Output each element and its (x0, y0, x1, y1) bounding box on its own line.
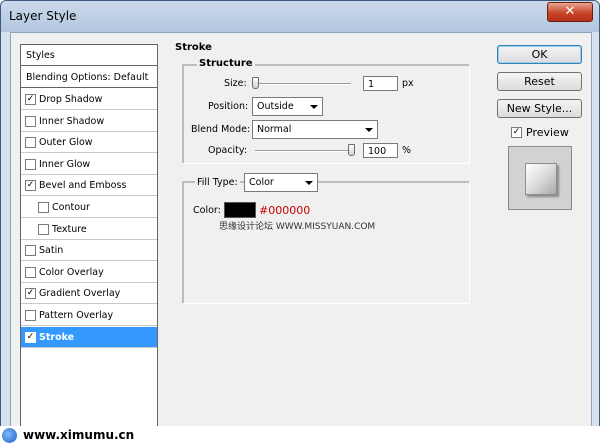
preview-label: Preview (526, 126, 569, 139)
style-item[interactable]: Satin (21, 240, 157, 262)
new-style-button[interactable]: New Style... (497, 99, 582, 118)
position-value: Outside (257, 101, 294, 112)
style-item-checkbox[interactable] (38, 223, 49, 235)
style-item[interactable]: Color Overlay (21, 262, 157, 283)
opacity-unit: % (402, 145, 412, 156)
style-item-label: Gradient Overlay (39, 288, 121, 300)
site-logo-icon (2, 428, 17, 443)
style-item-checkbox[interactable] (25, 310, 36, 321)
color-hex-annotation: #000000 (259, 204, 311, 217)
style-item-label: Contour (52, 202, 90, 213)
ok-button[interactable]: OK (497, 45, 582, 64)
reset-button[interactable]: Reset (497, 72, 582, 91)
blending-options-item[interactable]: Blending Options: Default (21, 67, 157, 88)
blend-mode-value: Normal (257, 124, 292, 135)
close-button[interactable]: ✕ (547, 2, 593, 22)
size-unit: px (402, 78, 414, 89)
fill-type-dropdown[interactable]: Color (244, 173, 318, 192)
styles-header[interactable]: Styles (21, 45, 157, 66)
position-label: Position: (208, 101, 249, 112)
size-slider-thumb[interactable] (252, 77, 259, 89)
style-item-label: Pattern Overlay (39, 310, 114, 321)
style-item-checkbox[interactable] (25, 115, 36, 127)
title-bar: Layer Style ✕ (1, 1, 599, 32)
style-item[interactable]: Pattern Overlay (21, 305, 157, 326)
style-item-checkbox[interactable]: ✓ (25, 180, 36, 192)
style-item[interactable]: Inner Glow (21, 154, 157, 175)
style-item-label: Bevel and Emboss (39, 180, 127, 192)
style-item-label: Drop Shadow (39, 94, 103, 105)
opacity-label: Opacity: (208, 145, 248, 156)
style-item[interactable]: Contour (21, 197, 157, 218)
style-item[interactable]: ✓ Gradient Overlay (21, 283, 157, 305)
color-swatch[interactable] (224, 202, 256, 218)
style-item-checkbox[interactable] (25, 266, 36, 278)
style-item[interactable]: Inner Shadow (21, 111, 157, 132)
size-slider-track[interactable] (255, 83, 351, 85)
window-title: Layer Style (9, 9, 77, 23)
fill-group (182, 181, 470, 304)
style-item-checkbox[interactable]: ✓ (25, 288, 36, 300)
preview-checkbox[interactable]: ✓ (511, 127, 522, 138)
structure-title: Structure (197, 58, 255, 69)
footer-watermark: www.ximumu.cn (0, 426, 600, 447)
style-item-checkbox[interactable] (25, 137, 36, 149)
opacity-slider-thumb[interactable] (348, 144, 355, 156)
layer-style-dialog: Layer Style ✕ Styles Blending Options: D… (0, 0, 600, 447)
blend-mode-dropdown[interactable]: Normal (252, 120, 378, 139)
chevron-down-icon (365, 128, 373, 132)
style-item-label: Satin (39, 245, 64, 257)
watermark-text: 思缘设计论坛 WWW.MISSYUAN.COM (219, 222, 376, 232)
style-item-label: Inner Shadow (39, 115, 105, 127)
style-item[interactable]: Texture (21, 219, 157, 240)
preview-swatch (525, 163, 557, 195)
style-item[interactable]: Outer Glow (21, 132, 157, 154)
chevron-down-icon (310, 105, 318, 109)
style-item[interactable]: ✓ Bevel and Emboss (21, 175, 157, 197)
color-label: Color: (193, 205, 221, 216)
chevron-down-icon (305, 181, 313, 185)
style-item[interactable]: ✓ Stroke (21, 326, 157, 348)
style-item-label: Texture (52, 223, 87, 235)
style-item-label: Outer Glow (39, 137, 93, 149)
opacity-slider-track[interactable] (255, 150, 351, 152)
footer-text: www.ximumu.cn (23, 428, 135, 442)
stroke-title: Stroke (175, 42, 212, 53)
opacity-input[interactable]: 100 (363, 143, 398, 158)
style-item-checkbox[interactable]: ✓ (25, 94, 36, 105)
size-input[interactable]: 1 (363, 76, 398, 91)
close-icon: ✕ (564, 4, 576, 19)
style-item-label: Stroke (39, 331, 75, 343)
styles-list: Styles Blending Options: Default ✓ Drop S… (20, 44, 158, 429)
style-item-checkbox[interactable] (25, 158, 36, 170)
style-item-label: Color Overlay (39, 266, 104, 278)
blend-mode-label: Blend Mode: (191, 124, 251, 135)
fill-type-label: Fill Type: (195, 177, 240, 188)
style-item-label: Inner Glow (39, 158, 91, 170)
dialog-body: Styles Blending Options: Default ✓ Drop S… (10, 32, 592, 429)
style-item-checkbox[interactable] (38, 202, 49, 213)
style-item[interactable]: ✓ Drop Shadow (21, 89, 157, 110)
style-item-checkbox[interactable] (25, 245, 36, 257)
style-item-checkbox[interactable]: ✓ (25, 331, 36, 343)
fill-type-value: Color (249, 177, 274, 188)
position-dropdown[interactable]: Outside (252, 97, 323, 116)
style-preview (508, 146, 572, 210)
size-label: Size: (224, 78, 247, 89)
